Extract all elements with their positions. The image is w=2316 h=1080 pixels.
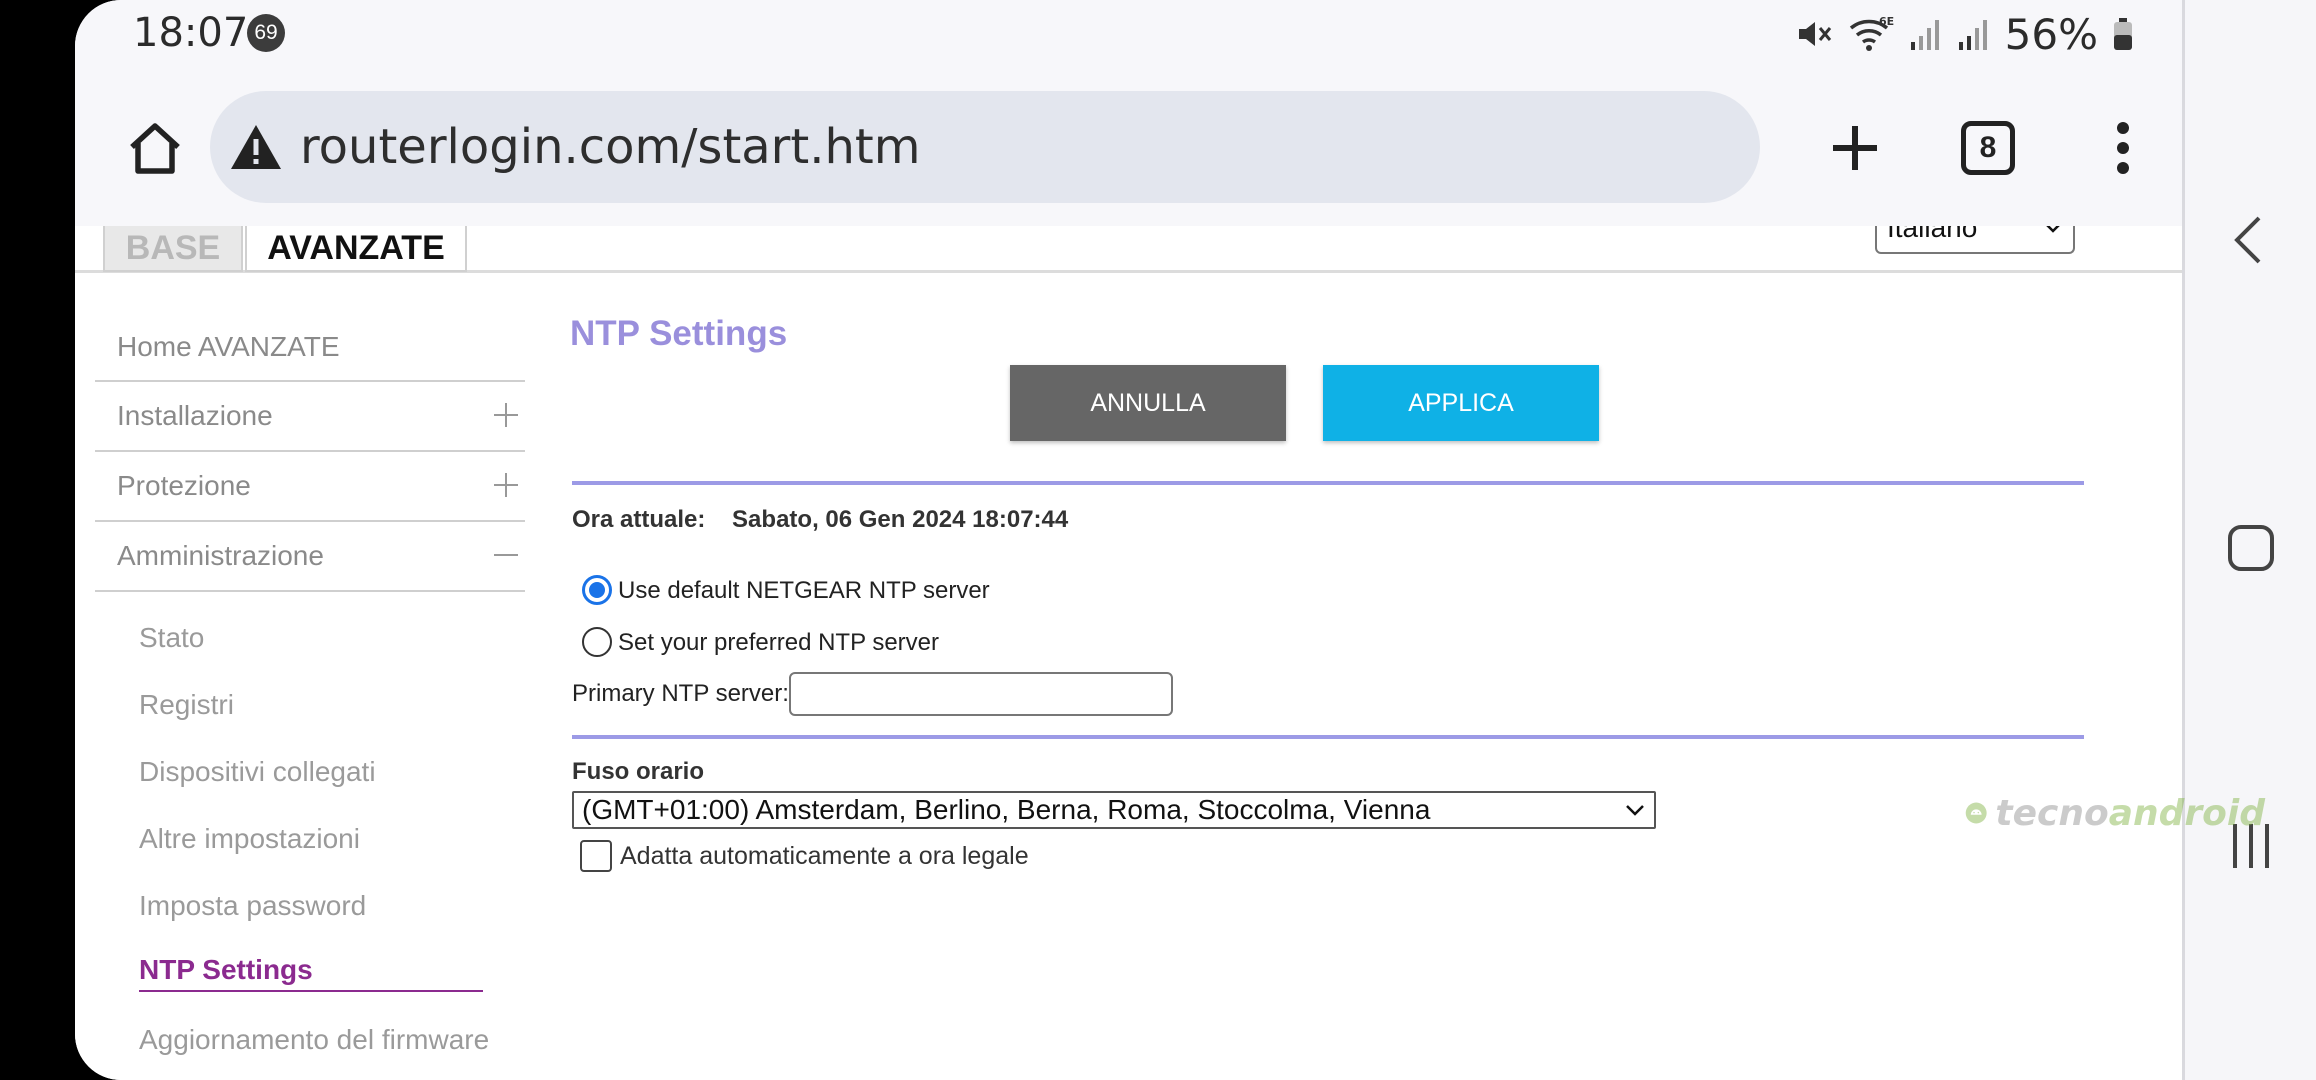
apply-button[interactable]: APPLICA (1323, 365, 1599, 441)
sidebar-item-dispositivi-collegati[interactable]: Dispositivi collegati (95, 738, 525, 805)
tab-base[interactable]: BASE (103, 226, 243, 272)
signal-icon (1910, 20, 1939, 50)
tab-switcher-button[interactable]: 8 (1948, 108, 2028, 188)
sidebar-item-home[interactable]: Home AVANZATE (95, 314, 525, 382)
timezone-select[interactable]: (GMT+01:00) Amsterdam, Berlino, Berna, R… (572, 791, 1656, 829)
sidebar-item-altre-impostazioni[interactable]: Altre impostazioni (95, 805, 525, 872)
timezone-label: Fuso orario (572, 758, 705, 785)
android-nav-bar (2182, 0, 2316, 1080)
notification-count-badge: 69 (247, 14, 285, 52)
divider (572, 735, 2084, 739)
plus-icon (494, 403, 518, 427)
back-button[interactable] (2225, 210, 2275, 270)
browser-menu-button[interactable] (2083, 108, 2163, 188)
primary-ntp-label: Primary NTP server: (572, 680, 789, 707)
home-button[interactable] (115, 108, 195, 188)
sidebar-sub-label: Stato (139, 621, 205, 653)
radio-default-ntp-label: Use default NETGEAR NTP server (618, 577, 990, 604)
primary-ntp-input[interactable] (788, 672, 1173, 716)
status-icons: 6E 56% (1793, 6, 2134, 62)
sidebar: Home AVANZATE Installazione Protezione A… (95, 314, 525, 1073)
sidebar-sub-label: Dispositivi collegati (139, 755, 376, 787)
sidebar-item-label: Installazione (117, 400, 273, 431)
svg-text:6E: 6E (1879, 15, 1894, 28)
sidebar-item-stato[interactable]: Stato (95, 604, 525, 671)
timezone-value: (GMT+01:00) Amsterdam, Berlino, Berna, R… (582, 794, 1431, 825)
sidebar-sub-label: Aggiornamento del firmware (139, 1023, 490, 1055)
status-time: 18:07 (133, 10, 249, 56)
cancel-button[interactable]: ANNULLA (1010, 365, 1286, 441)
tab-count: 8 (1961, 121, 2015, 175)
watermark-prefix: tecno (1995, 792, 2109, 834)
sidebar-item-label: Amministrazione (117, 540, 324, 571)
language-value: Italiano (1887, 226, 1978, 243)
radio-custom-ntp-label: Set your preferred NTP server (618, 629, 940, 656)
page-title: NTP Settings (570, 314, 788, 353)
sidebar-item-label: Home AVANZATE (117, 331, 340, 362)
more-vert-icon (2117, 122, 2129, 174)
sidebar-item-aggiornamento-firmware[interactable]: Aggiornamento del firmware (95, 1006, 525, 1073)
sidebar-item-amministrazione[interactable]: Amministrazione (95, 522, 525, 592)
battery-icon (2114, 18, 2132, 50)
watermark-text: tecnoandroid (1995, 793, 2265, 834)
wifi-icon: 6E (1849, 15, 1894, 51)
current-time-value: Sabato, 06 Gen 2024 18:07:44 (732, 506, 1069, 533)
sidebar-item-imposta-password[interactable]: Imposta password (95, 872, 525, 939)
sidebar-sub-label: Imposta password (139, 889, 367, 921)
back-icon (2234, 216, 2261, 264)
dst-label: Adatta automaticamente a ora legale (620, 841, 1029, 870)
signal-icon-2 (1958, 20, 1987, 50)
sidebar-item-installazione[interactable]: Installazione (95, 382, 525, 452)
current-time: Ora attuale: Sabato, 06 Gen 2024 18:07:4… (572, 506, 1068, 534)
plus-icon (1833, 126, 1877, 170)
home-icon (130, 123, 180, 174)
sidebar-sub-label: NTP Settings (139, 954, 483, 992)
minus-icon (494, 554, 518, 556)
home-square-icon (2228, 525, 2274, 571)
chevron-down-icon (1626, 805, 1644, 816)
sidebar-item-label: Protezione (117, 470, 251, 501)
sidebar-sub-label: Altre impostazioni (139, 822, 360, 854)
sidebar-item-ntp-settings[interactable]: NTP Settings (95, 939, 525, 1006)
radio-default-ntp[interactable]: Use default NETGEAR NTP server (582, 575, 990, 605)
watermark: tecnoandroid (1965, 780, 2265, 846)
new-tab-button[interactable] (1815, 108, 1895, 188)
sidebar-item-protezione[interactable]: Protezione (95, 452, 525, 522)
radio-default-ntp-button[interactable] (582, 575, 612, 605)
dst-checkbox[interactable] (580, 840, 612, 872)
tab-advanced[interactable]: AVANZATE (245, 226, 467, 272)
battery-percentage: 56% (2004, 9, 2098, 59)
router-admin-page: BASE AVANZATE Italiano Home AVANZATE Ins… (75, 226, 2182, 1080)
phone-screen: 18:07 69 6E 56% routerlogin.com/start.ht… (75, 0, 2182, 1080)
plus-icon (494, 473, 518, 497)
home-nav-button[interactable] (2221, 518, 2281, 578)
radio-custom-ntp[interactable]: Set your preferred NTP server (582, 627, 939, 657)
chevron-down-icon (2046, 226, 2060, 233)
watermark-suffix: android (2108, 792, 2265, 834)
sidebar-sub-label: Registri (139, 688, 234, 720)
url-text: routerlogin.com/start.htm (300, 119, 921, 175)
sidebar-item-registri[interactable]: Registri (95, 671, 525, 738)
current-time-label: Ora attuale: (572, 506, 706, 533)
radio-custom-ntp-button[interactable] (582, 627, 612, 657)
android-logo-icon (1965, 802, 1987, 824)
address-bar[interactable]: routerlogin.com/start.htm (210, 91, 1760, 203)
dst-row[interactable]: Adatta automaticamente a ora legale (580, 840, 1029, 872)
language-select[interactable]: Italiano (1875, 226, 2075, 254)
divider (572, 481, 2084, 485)
warning-icon[interactable] (228, 121, 284, 173)
browser-chrome: 18:07 69 6E 56% routerlogin.com/start.ht… (75, 0, 2182, 226)
primary-ntp-row: Primary NTP server: (572, 672, 1173, 716)
mute-icon (1798, 22, 1831, 46)
router-top-nav: BASE AVANZATE Italiano (75, 226, 2182, 273)
